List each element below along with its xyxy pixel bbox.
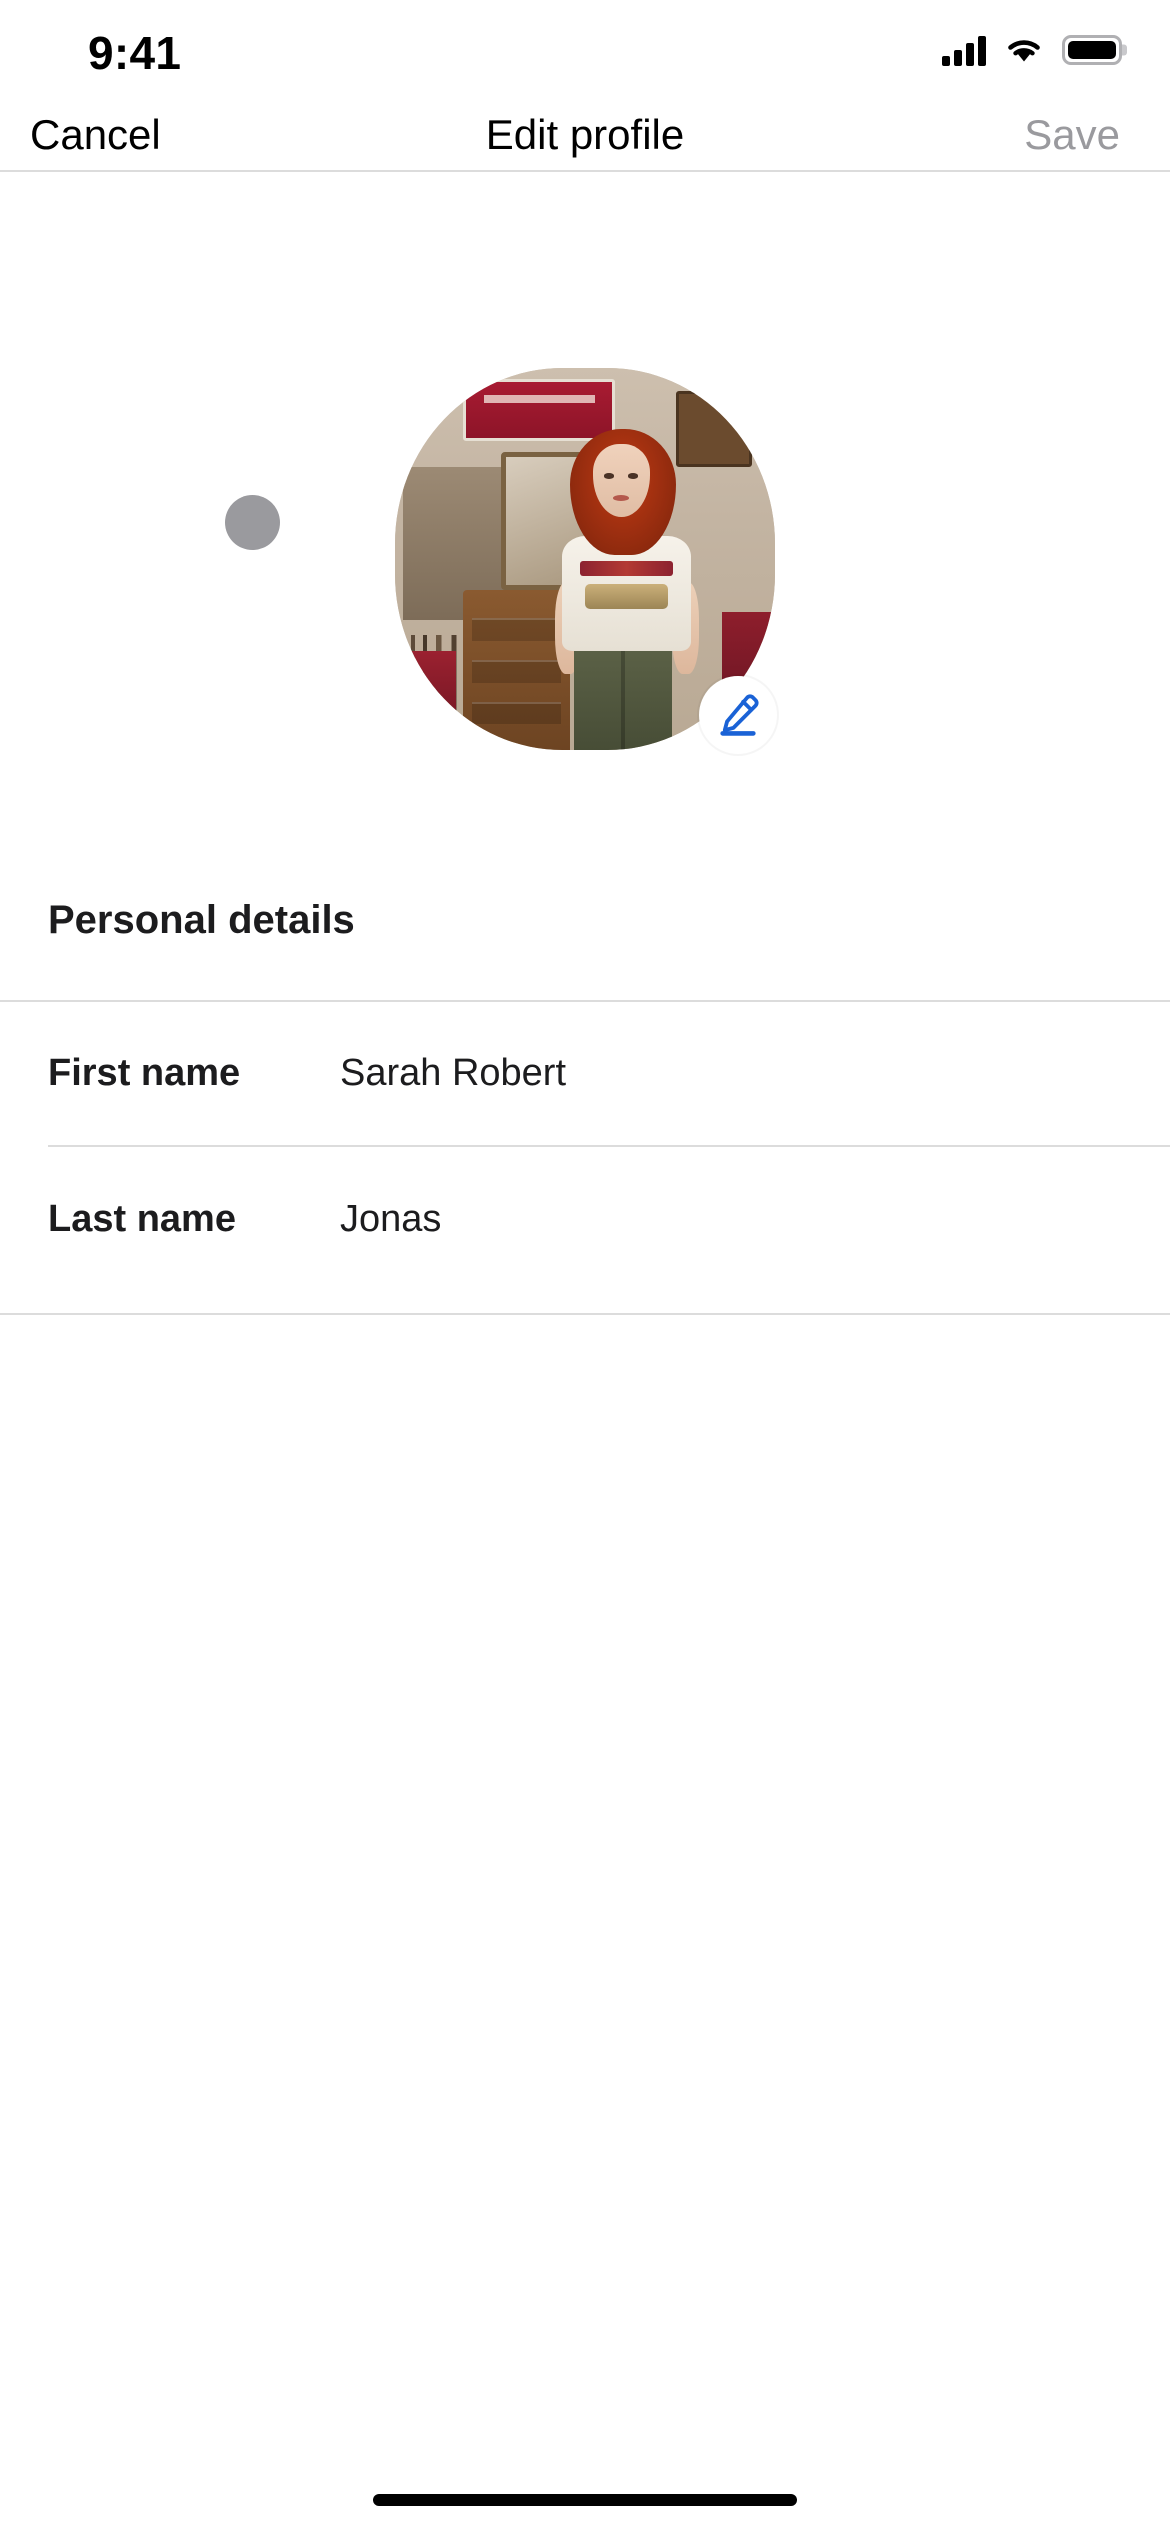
wifi-icon <box>1004 35 1044 65</box>
divider-bottom <box>0 1313 1170 1315</box>
field-row-first-name[interactable]: First name Sarah Robert <box>0 1001 1170 1145</box>
battery-full-icon <box>1062 35 1127 65</box>
page-title: Edit profile <box>485 111 685 158</box>
cellular-signal-icon <box>942 34 986 66</box>
edit-profile-screen: 9:41 Cancel Edit profile Save Personal d… <box>0 0 1170 2532</box>
avatar-section <box>0 172 1170 862</box>
field-label-first-name: First name <box>48 1052 241 1094</box>
field-row-last-name[interactable]: Last name Jonas <box>0 1147 1170 1291</box>
field-value-first-name[interactable]: Sarah Robert <box>340 1054 566 1092</box>
pencil-edit-icon <box>715 692 761 738</box>
edit-avatar-button[interactable] <box>699 676 777 754</box>
status-bar-icons <box>942 34 1127 66</box>
cancel-button[interactable]: Cancel <box>30 114 161 156</box>
status-bar: 9:41 <box>0 0 1170 100</box>
field-value-last-name[interactable]: Jonas <box>340 1200 441 1238</box>
field-label-last-name: Last name <box>48 1198 236 1240</box>
navigation-bar: Cancel Edit profile Save <box>0 100 1170 172</box>
status-bar-time: 9:41 <box>88 27 182 79</box>
home-indicator[interactable] <box>373 2494 797 2506</box>
placeholder-dot <box>225 495 280 550</box>
avatar[interactable] <box>395 368 777 754</box>
section-title-personal-details: Personal details <box>48 898 355 942</box>
save-button[interactable]: Save <box>1024 114 1120 156</box>
